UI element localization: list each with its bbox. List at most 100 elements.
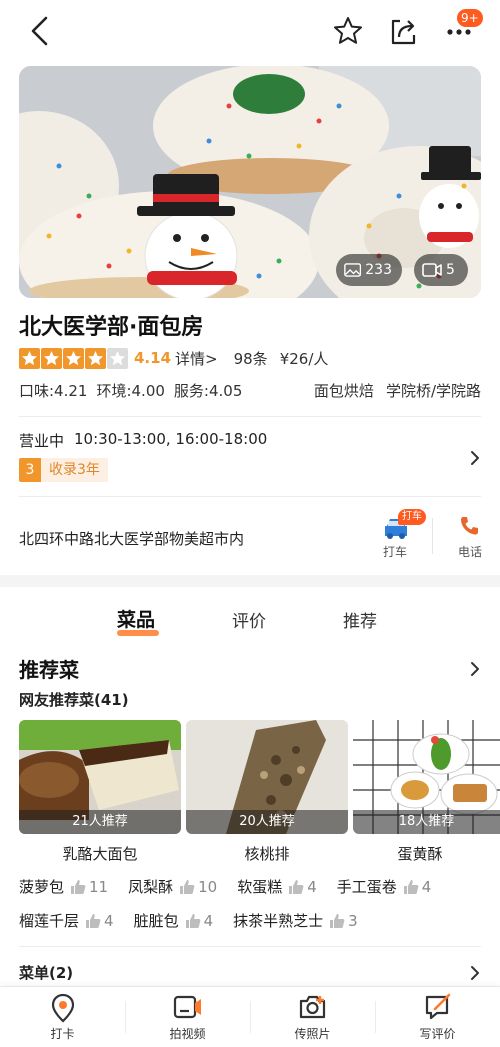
- dish-name[interactable]: 乳酪大面包: [19, 843, 181, 864]
- rating-value: 4.14: [134, 349, 172, 367]
- action-separator: [432, 518, 433, 554]
- divider: [19, 496, 481, 497]
- thumbs-up-icon: [180, 879, 195, 894]
- dish-recommend-count: 20人推荐: [186, 810, 348, 834]
- review-count[interactable]: 98条: [234, 348, 268, 369]
- star-filled-icon: [63, 347, 84, 369]
- bottom-action-bar: 打卡 拍视频 传照片 写评价: [0, 986, 500, 1047]
- dish-chip[interactable]: 凤梨酥 10: [128, 876, 217, 897]
- dish-chip-name: 凤梨酥: [128, 878, 174, 896]
- shop-address[interactable]: 北四环中路北大医学部物美超市内: [19, 528, 244, 549]
- write-review-icon: [425, 993, 450, 1020]
- dish-chip[interactable]: 软蛋糕 4: [237, 876, 317, 897]
- thumbs-up-icon: [403, 879, 419, 894]
- dish-chip-name: 榴莲千层: [19, 912, 80, 930]
- tab-reviews[interactable]: 评价: [232, 607, 266, 632]
- dish-chip-count: 4: [307, 877, 317, 896]
- rating-stars: [19, 347, 128, 369]
- dish-chip[interactable]: 脏脏包 4: [134, 910, 214, 931]
- star-filled-icon: [19, 347, 40, 369]
- thumbs-up-icon: [86, 913, 101, 928]
- listed-badge-number: 3: [19, 458, 41, 482]
- thumbs-up-icon: [330, 913, 345, 928]
- content-tabs: 菜品 评价 推荐: [0, 603, 500, 643]
- check-in-label: 打卡: [50, 1027, 75, 1041]
- video-count: 5: [446, 262, 455, 278]
- tab-dishes[interactable]: 菜品: [117, 605, 155, 632]
- write-review-button[interactable]: 写评价: [375, 987, 500, 1047]
- recommended-title: 推荐菜: [19, 658, 79, 682]
- tab-recommend[interactable]: 推荐: [343, 607, 377, 632]
- dish-chip-name: 软蛋糕: [237, 878, 283, 896]
- dish-chip-name: 抹茶半熟芝士: [233, 912, 324, 930]
- shoot-video-button[interactable]: 拍视频: [125, 987, 250, 1047]
- chevron-right-icon[interactable]: [470, 450, 480, 466]
- photo-count-pill[interactable]: 233: [336, 254, 402, 286]
- dish-chip-count: 10: [198, 877, 218, 896]
- dish-chip[interactable]: 手工蛋卷 4: [337, 876, 432, 897]
- phone-label[interactable]: 电话: [458, 543, 482, 560]
- shop-hero-photo[interactable]: [19, 66, 481, 298]
- dish-chip-name: 菠萝包: [19, 878, 65, 896]
- menu-section-title[interactable]: 菜单(2): [19, 962, 73, 983]
- location-pin-icon: [51, 993, 74, 1023]
- dish-chip[interactable]: 榴莲千层 4: [19, 910, 114, 931]
- video-icon: [422, 263, 442, 277]
- section-gap: [0, 575, 500, 587]
- area-tag[interactable]: 学院桥/学院路: [386, 380, 481, 401]
- divider: [19, 946, 481, 947]
- dish-chip-count: 4: [104, 911, 114, 930]
- divider: [19, 416, 481, 417]
- dish-chip[interactable]: 抹茶半熟芝士 3: [233, 910, 358, 931]
- details-link[interactable]: 详情>: [175, 348, 218, 369]
- score-service: 服务:4.05: [173, 382, 243, 400]
- star-filled-icon: [41, 347, 62, 369]
- share-icon[interactable]: [388, 15, 420, 47]
- dish-chip-name: 脏脏包: [133, 912, 179, 930]
- shoot-video-label: 拍视频: [169, 1027, 206, 1041]
- notification-badge: 9+: [457, 9, 483, 27]
- chevron-right-icon[interactable]: [470, 965, 480, 981]
- dish-card[interactable]: 20人推荐: [186, 720, 348, 834]
- dish-chip-row: 菠萝包 11 凤梨酥 10 软蛋糕 4 手工蛋卷 4: [19, 876, 451, 897]
- chevron-right-icon[interactable]: [470, 661, 480, 677]
- thumbs-up-icon: [71, 879, 86, 894]
- star-outline-icon[interactable]: [332, 15, 364, 47]
- dish-name[interactable]: 核桃排: [186, 843, 348, 864]
- user-recommended-subtitle: 网友推荐菜(41): [19, 691, 129, 709]
- video-count-pill[interactable]: 5: [414, 254, 468, 286]
- score-environment: 环境:4.00: [96, 382, 165, 400]
- listed-years-badge: 3 收录3年: [19, 458, 108, 482]
- hours-range: 10:30-13:00, 16:00-18:00: [74, 430, 268, 448]
- write-review-label: 写评价: [419, 1027, 456, 1041]
- photo-count: 233: [365, 262, 392, 278]
- listed-badge-text: 收录3年: [41, 458, 108, 482]
- rating-row: 4.14 详情> 98条 ¥26/人: [19, 347, 328, 369]
- video-camera-icon: [173, 995, 201, 1019]
- business-hours[interactable]: 营业中 10:30-13:00, 16:00-18:00: [19, 430, 267, 451]
- dish-name[interactable]: 蛋黄酥: [339, 843, 500, 864]
- shop-tags: 面包烘焙 学院桥/学院路: [314, 380, 481, 401]
- back-arrow-icon[interactable]: [26, 14, 56, 48]
- shop-name: 北大医学部·面包房: [19, 315, 204, 340]
- dish-card[interactable]: 21人推荐: [19, 720, 181, 834]
- check-in-button[interactable]: 打卡: [0, 987, 125, 1047]
- upload-photo-label: 传照片: [294, 1027, 331, 1041]
- dish-chip-count: 4: [203, 911, 214, 930]
- price-per-person: ¥26/人: [279, 349, 329, 368]
- upload-photo-button[interactable]: 传照片: [250, 987, 375, 1047]
- dish-chip-count: 3: [348, 911, 358, 930]
- category-tag[interactable]: 面包烘焙: [314, 380, 374, 401]
- star-filled-icon: [85, 347, 106, 369]
- hours-status: 营业中: [19, 432, 65, 450]
- dish-card[interactable]: 18人推荐: [353, 720, 500, 834]
- camera-plus-icon: [299, 995, 325, 1019]
- phone-icon[interactable]: [459, 515, 479, 537]
- dish-chip[interactable]: 菠萝包 11: [19, 876, 108, 897]
- dish-recommend-count: 21人推荐: [19, 810, 181, 834]
- dish-chip-count: 4: [421, 877, 432, 896]
- taxi-label[interactable]: 打车: [383, 543, 407, 560]
- image-icon: [344, 263, 362, 277]
- sub-scores: 口味:4.21 环境:4.00 服务:4.05: [19, 380, 242, 401]
- score-taste: 口味:4.21: [19, 382, 88, 400]
